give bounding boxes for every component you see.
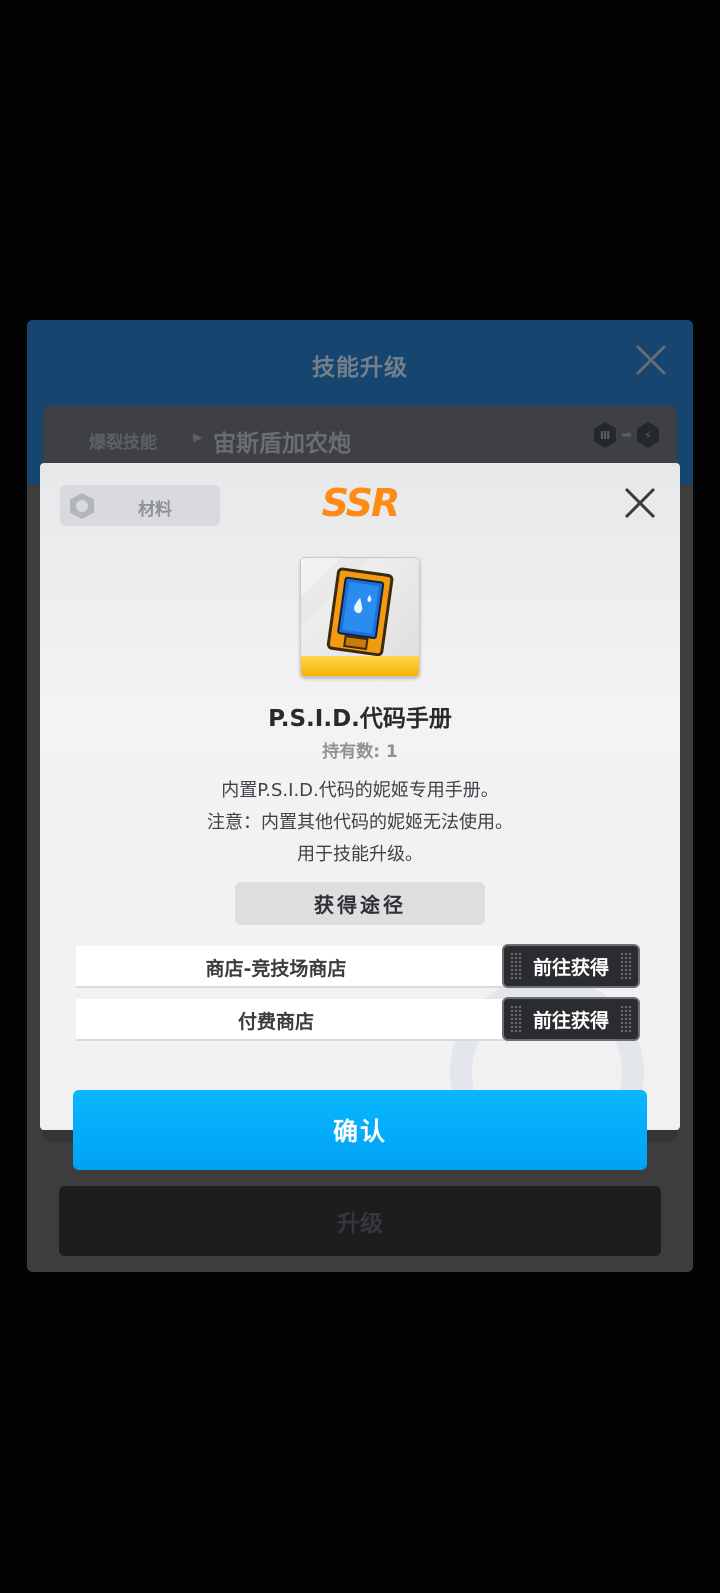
go-obtain-button[interactable]: 前往获得: [504, 999, 638, 1039]
item-info-dialog: 材料 SSR P.S.I.D.代码手册 持有数: 1 内置P.S.I.D.代码的…: [40, 463, 680, 1130]
skill-level-change: Ⅲ ➡ ⚡: [594, 422, 659, 448]
item-icon-frame: [301, 558, 419, 676]
close-icon[interactable]: [631, 340, 671, 380]
level-badge-current: Ⅲ: [594, 422, 617, 448]
rarity-strip: [301, 656, 419, 676]
description-line: 用于技能升级。: [297, 844, 423, 865]
lightning-icon: ⚡: [637, 422, 659, 448]
rarity-badge: SSR: [321, 481, 401, 525]
sources-header: 获得途径: [235, 882, 485, 925]
description-line: 注意：内置其他代码的妮姬无法使用。: [207, 812, 513, 833]
skill-type-label: 爆裂技能: [89, 433, 157, 453]
close-icon[interactable]: [622, 485, 658, 521]
item-description: 内置P.S.I.D.代码的妮姬专用手册。 注意：内置其他代码的妮姬无法使用。 用…: [40, 775, 680, 871]
skill-name: 宙斯盾加农炮: [213, 431, 351, 457]
item-name: P.S.I.D.代码手册: [268, 706, 452, 732]
arrow-right-icon: ➡: [621, 427, 632, 443]
go-obtain-button[interactable]: 前往获得: [504, 946, 638, 986]
upgrade-button[interactable]: 升级: [59, 1186, 661, 1256]
source-name: 商店-竞技场商店: [205, 958, 347, 980]
source-name: 付费商店: [237, 1011, 314, 1033]
skill-upgrade-title: 技能升级: [312, 355, 408, 381]
source-row: 商店-竞技场商店 前往获得: [76, 946, 638, 988]
confirm-button[interactable]: 确认: [73, 1090, 647, 1170]
source-row: 付费商店 前往获得: [76, 999, 638, 1041]
description-line: 内置P.S.I.D.代码的妮姬专用手册。: [221, 780, 499, 801]
owned-count: 持有数: 1: [322, 742, 398, 762]
caret-right-icon: ▶: [193, 430, 203, 444]
